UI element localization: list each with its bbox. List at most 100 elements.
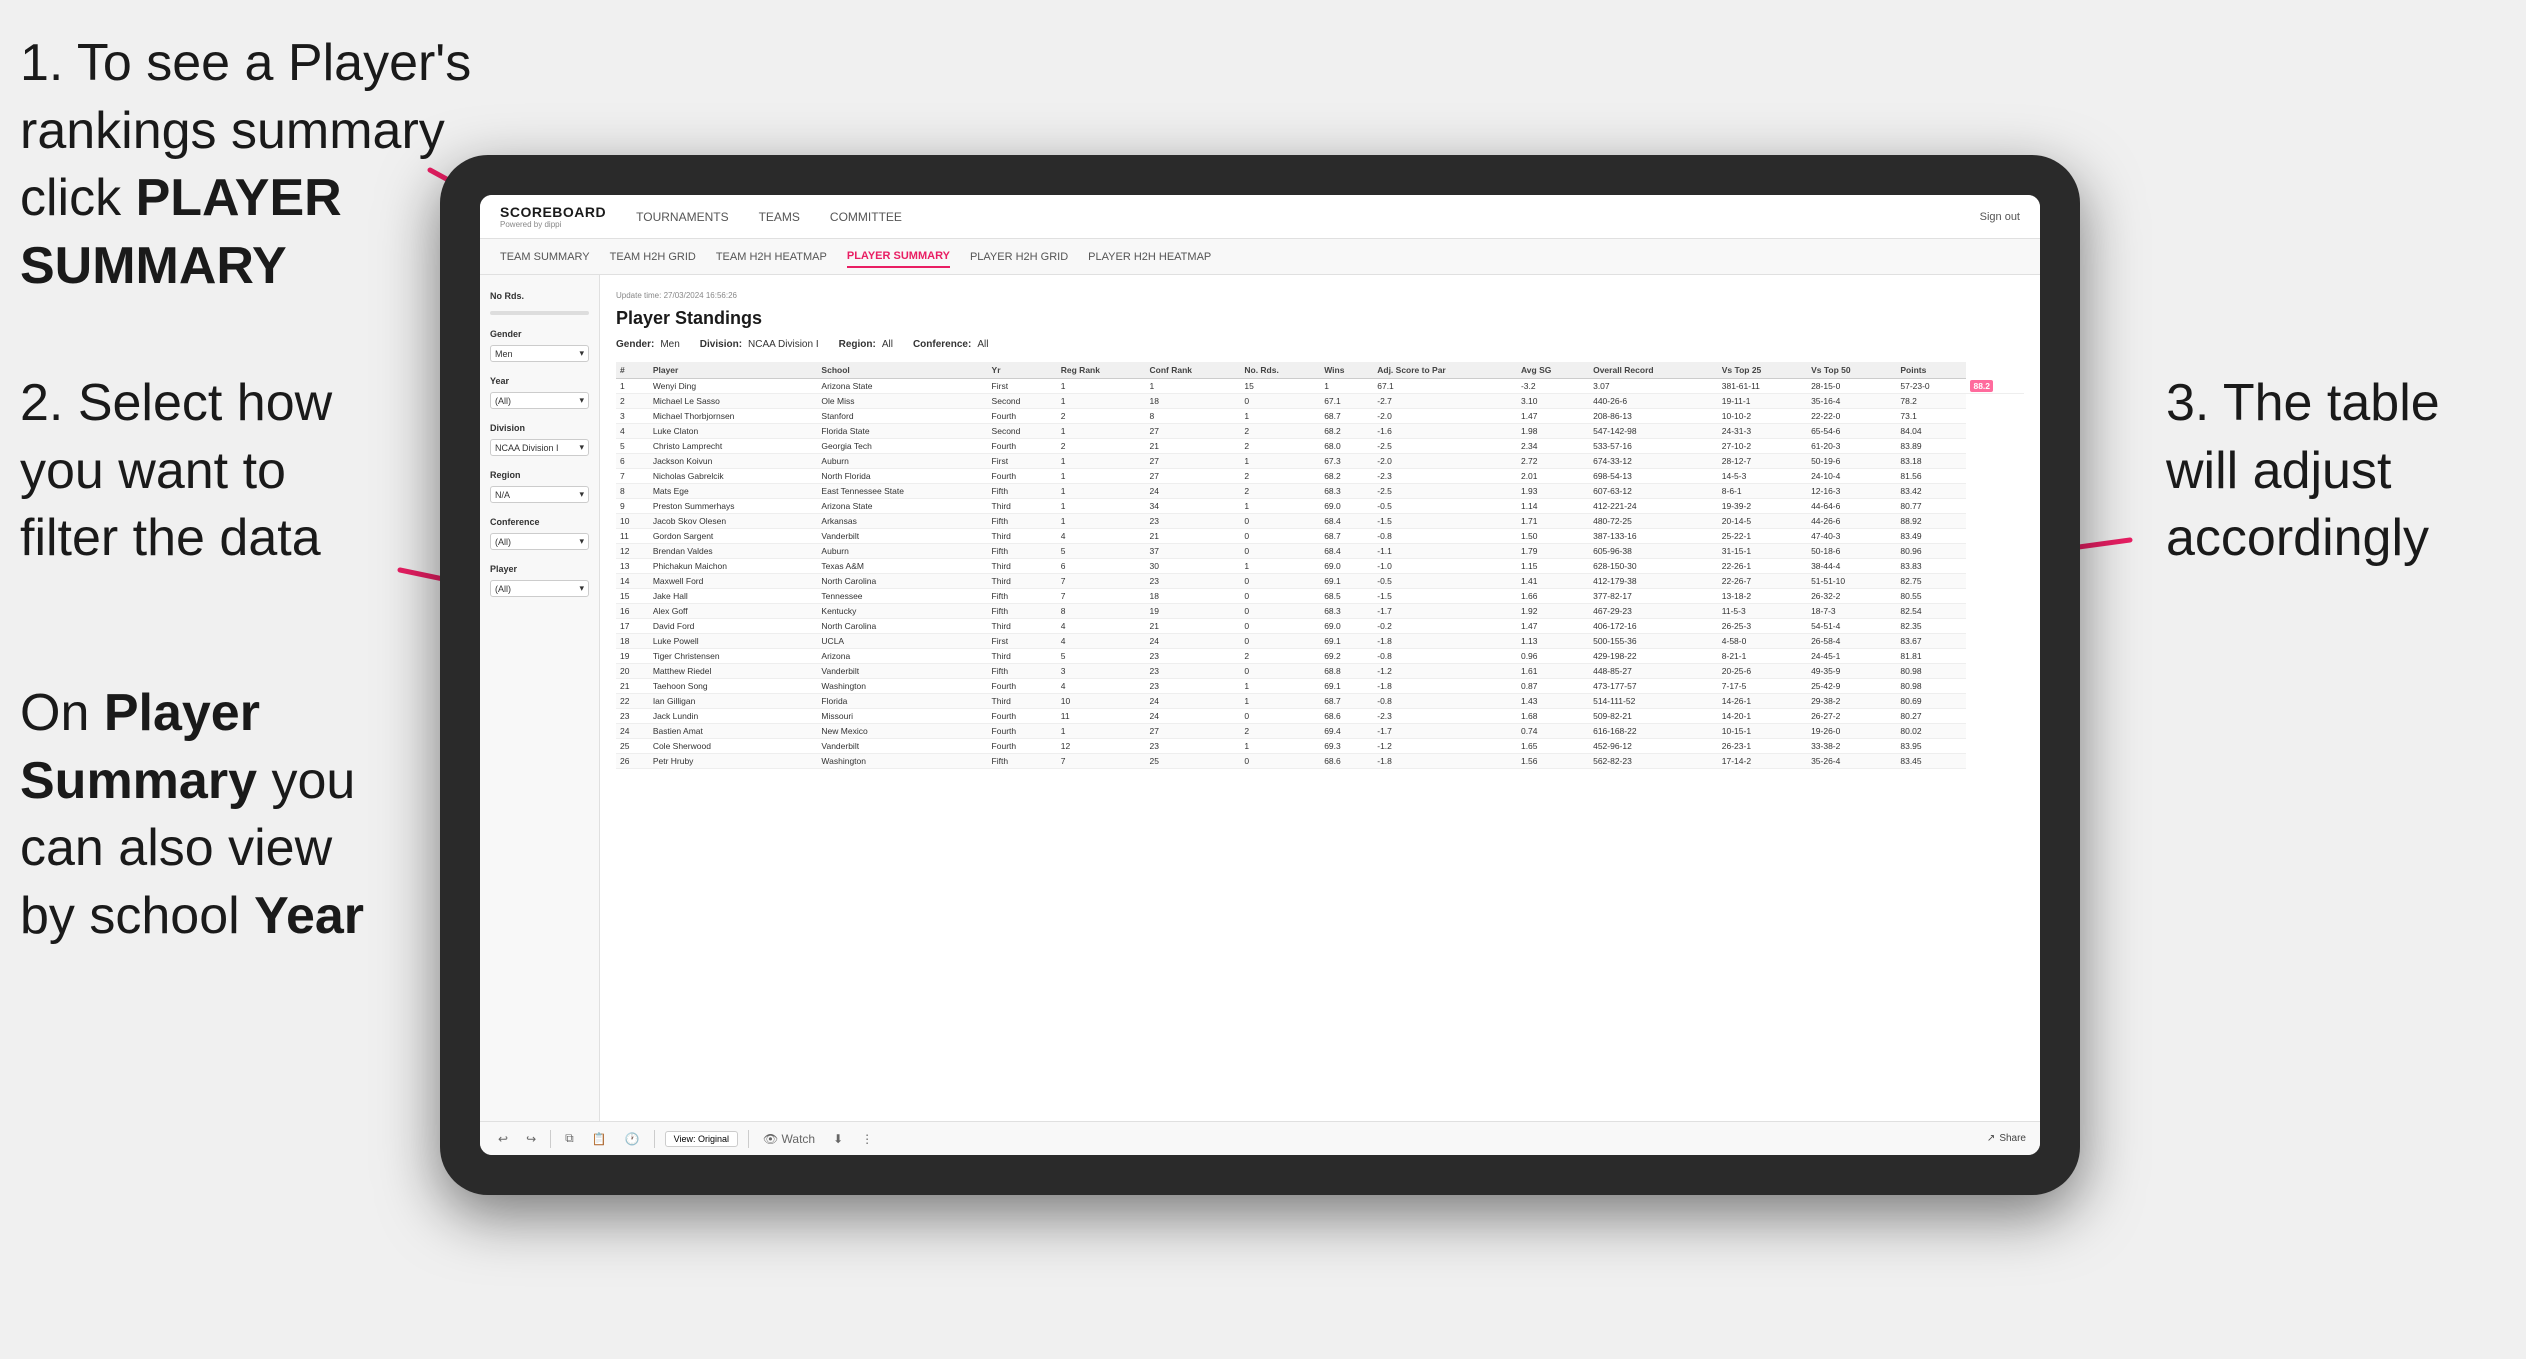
table-cell: Washington	[817, 679, 987, 694]
main-nav: TOURNAMENTS TEAMS COMMITTEE	[636, 206, 1980, 228]
sub-nav-player-h2h-grid[interactable]: PLAYER H2H GRID	[970, 247, 1068, 267]
stats-btn[interactable]: ⋮	[857, 1130, 877, 1148]
sub-navbar: TEAM SUMMARY TEAM H2H GRID TEAM H2H HEAT…	[480, 239, 2040, 275]
table-cell: 31-15-1	[1718, 544, 1807, 559]
table-cell: 26-58-4	[1807, 634, 1896, 649]
table-cell: -0.5	[1373, 574, 1517, 589]
main-content: No Rds. Gender Men ▾ Year (All) ▾	[480, 275, 2040, 1121]
table-cell: Vanderbilt	[817, 664, 987, 679]
undo-btn[interactable]: ↩	[494, 1130, 512, 1148]
logo-sub: Powered by dippi	[500, 220, 606, 229]
table-cell: 2	[1057, 409, 1146, 424]
table-cell: Jack Lundin	[649, 709, 818, 724]
table-cell: 1.50	[1517, 529, 1589, 544]
sidebar-year: Year (All) ▾	[490, 376, 589, 409]
table-cell: Mats Ege	[649, 484, 818, 499]
table-cell: 68.5	[1320, 589, 1373, 604]
table-cell: 78.2	[1896, 394, 1966, 409]
table-cell: -2.0	[1373, 454, 1517, 469]
table-cell: 82.35	[1896, 619, 1966, 634]
table-cell: 83.18	[1896, 454, 1966, 469]
table-cell: 2.01	[1517, 469, 1589, 484]
nav-teams[interactable]: TEAMS	[759, 206, 800, 228]
no-rds-slider[interactable]	[490, 311, 589, 315]
table-cell: 2	[1057, 439, 1146, 454]
region-select[interactable]: N/A ▾	[490, 486, 589, 503]
table-cell: -2.5	[1373, 484, 1517, 499]
paste-btn[interactable]: 📋	[588, 1130, 611, 1148]
table-row: 23Jack LundinMissouriFourth1124068.6-2.3…	[616, 709, 2024, 724]
player-standings-table: # Player School Yr Reg Rank Conf Rank No…	[616, 362, 2024, 769]
table-cell: 1.43	[1517, 694, 1589, 709]
table-cell: 27-10-2	[1718, 439, 1807, 454]
table-cell: 69.0	[1320, 559, 1373, 574]
col-avg-sg: Avg SG	[1517, 362, 1589, 379]
table-cell: 20-14-5	[1718, 514, 1807, 529]
table-cell: 80.77	[1896, 499, 1966, 514]
table-cell: 80.27	[1896, 709, 1966, 724]
table-cell: North Carolina	[817, 574, 987, 589]
view-original-btn[interactable]: View: Original	[665, 1131, 738, 1147]
table-row: 16Alex GoffKentuckyFifth819068.3-1.71.92…	[616, 604, 2024, 619]
nav-committee[interactable]: COMMITTEE	[830, 206, 902, 228]
conference-select[interactable]: (All) ▾	[490, 533, 589, 550]
table-row: 24Bastien AmatNew MexicoFourth127269.4-1…	[616, 724, 2024, 739]
table-cell: David Ford	[649, 619, 818, 634]
table-cell: 10-15-1	[1718, 724, 1807, 739]
copy-btn[interactable]: ⧉	[561, 1129, 578, 1148]
table-cell: 7	[1057, 589, 1146, 604]
table-cell: 9	[616, 499, 649, 514]
player-select[interactable]: (All) ▾	[490, 580, 589, 597]
table-cell: 26-27-2	[1807, 709, 1896, 724]
division-select[interactable]: NCAA Division I ▾	[490, 439, 589, 456]
table-cell: 1.41	[1517, 574, 1589, 589]
sidebar-gender: Gender Men ▾	[490, 329, 589, 362]
redo-btn[interactable]: ↪	[522, 1130, 540, 1148]
update-time: Update time: 27/03/2024 16:56:26	[616, 291, 2024, 300]
sub-nav-team-h2h-heatmap[interactable]: TEAM H2H HEATMAP	[716, 247, 827, 267]
table-row: 8Mats EgeEast Tennessee StateFifth124268…	[616, 484, 2024, 499]
sub-nav-player-h2h-heatmap[interactable]: PLAYER H2H HEATMAP	[1088, 247, 1211, 267]
tablet-device: SCOREBOARD Powered by dippi TOURNAMENTS …	[440, 155, 2080, 1195]
sub-nav-player-summary[interactable]: PLAYER SUMMARY	[847, 246, 950, 268]
table-cell: 30	[1145, 559, 1240, 574]
table-cell: 68.4	[1320, 514, 1373, 529]
conference-label: Conference	[490, 517, 589, 527]
table-cell: 11	[616, 529, 649, 544]
table-cell: Third	[988, 619, 1057, 634]
sub-nav-team-summary[interactable]: TEAM SUMMARY	[500, 247, 590, 267]
table-header-row: # Player School Yr Reg Rank Conf Rank No…	[616, 362, 2024, 379]
sign-out-link[interactable]: Sign out	[1980, 211, 2020, 223]
table-cell: 0	[1240, 394, 1320, 409]
table-cell: 3	[1057, 664, 1146, 679]
table-cell: 1	[1240, 739, 1320, 754]
table-cell: -1.5	[1373, 514, 1517, 529]
table-cell: Fifth	[988, 664, 1057, 679]
download-btn[interactable]: ⬇	[829, 1130, 847, 1148]
table-cell: 68.3	[1320, 484, 1373, 499]
table-cell: 24-10-4	[1807, 469, 1896, 484]
table-cell: 27	[1145, 724, 1240, 739]
col-rank: #	[616, 362, 649, 379]
region-label: Region	[490, 470, 589, 480]
table-cell: 26-23-1	[1718, 739, 1807, 754]
filter-gender: Gender: Men	[616, 339, 680, 350]
sub-nav-team-h2h-grid[interactable]: TEAM H2H GRID	[610, 247, 696, 267]
share-btn[interactable]: ↗ Share	[1987, 1133, 2026, 1144]
table-cell: 21	[1145, 619, 1240, 634]
filter-division: Division: NCAA Division I	[700, 339, 819, 350]
table-cell: 29-38-2	[1807, 694, 1896, 709]
gender-select[interactable]: Men ▾	[490, 345, 589, 362]
watch-btn[interactable]: 👁 Watch	[759, 1130, 819, 1148]
clock-btn[interactable]: 🕐	[621, 1130, 644, 1148]
table-cell: 14-26-1	[1718, 694, 1807, 709]
table-cell: Petr Hruby	[649, 754, 818, 769]
year-select[interactable]: (All) ▾	[490, 392, 589, 409]
table-cell: 14-20-1	[1718, 709, 1807, 724]
table-row: 19Tiger ChristensenArizonaThird523269.2-…	[616, 649, 2024, 664]
nav-tournaments[interactable]: TOURNAMENTS	[636, 206, 728, 228]
table-cell: 514-111-52	[1589, 694, 1718, 709]
table-cell: -0.5	[1373, 499, 1517, 514]
table-cell: 27	[1145, 424, 1240, 439]
table-cell: 26-32-2	[1807, 589, 1896, 604]
